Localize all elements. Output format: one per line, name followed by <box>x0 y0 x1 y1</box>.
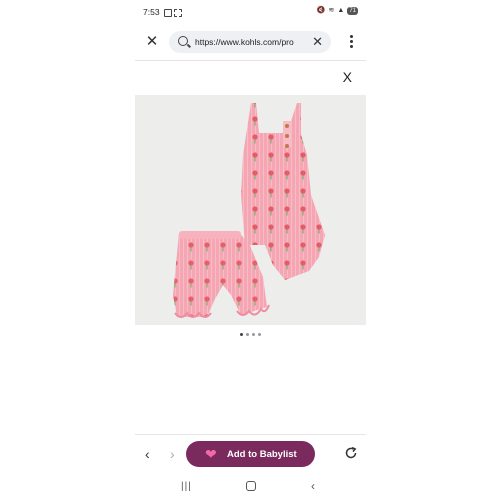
url-text[interactable]: https://www.kohls.com/pro <box>195 37 305 47</box>
system-nav-bar: ||| ‹ <box>135 474 366 500</box>
home-icon[interactable] <box>246 481 256 491</box>
back-icon[interactable]: ‹ <box>145 446 150 462</box>
overflow-menu-icon[interactable] <box>350 35 354 50</box>
recent-apps-icon[interactable]: ||| <box>181 481 192 492</box>
status-icons: 🔇 ≋ ▲ 71 <box>317 7 358 15</box>
screenshot-icon <box>174 9 182 17</box>
close-image-viewer-icon[interactable]: X <box>343 70 352 84</box>
header-divider <box>135 60 366 61</box>
notification-icon <box>164 9 172 17</box>
add-to-babylist-button[interactable]: ❤ Add to Babylist <box>186 441 315 467</box>
system-back-icon[interactable]: ‹ <box>311 479 315 493</box>
product-photo <box>173 103 325 318</box>
carousel-dot[interactable] <box>246 333 249 336</box>
mute-icon: 🔇 <box>316 7 326 14</box>
battery-icon: 71 <box>347 7 358 15</box>
wifi-icon: ≋ <box>328 7 335 14</box>
product-image[interactable] <box>135 95 366 325</box>
bottom-toolbar: ‹ › ❤ Add to Babylist <box>135 434 366 473</box>
forward-icon[interactable]: › <box>170 446 175 462</box>
carousel-dot[interactable] <box>252 333 255 336</box>
carousel-dot[interactable] <box>258 333 261 336</box>
address-field[interactable]: https://www.kohls.com/pro ✕ <box>169 31 331 53</box>
phone-screen: 7:53 🔇 ≋ ▲ 71 ✕ https://www.kohls.com/pr… <box>135 0 366 500</box>
browser-url-bar: ✕ https://www.kohls.com/pro ✕ <box>135 27 366 57</box>
heart-icon: ❤ <box>205 446 217 462</box>
signal-icon: ▲ <box>337 7 345 14</box>
close-tab-icon[interactable]: ✕ <box>144 34 160 50</box>
carousel-dots <box>135 333 366 336</box>
status-time: 7:53 <box>143 7 160 17</box>
add-to-babylist-label: Add to Babylist <box>227 449 297 460</box>
carousel-dot[interactable] <box>240 333 243 336</box>
status-bar: 7:53 🔇 ≋ ▲ 71 <box>135 0 366 24</box>
clear-url-icon[interactable]: ✕ <box>312 34 323 50</box>
bodysuit <box>241 103 325 280</box>
search-icon <box>178 36 188 46</box>
refresh-icon[interactable] <box>344 446 358 460</box>
